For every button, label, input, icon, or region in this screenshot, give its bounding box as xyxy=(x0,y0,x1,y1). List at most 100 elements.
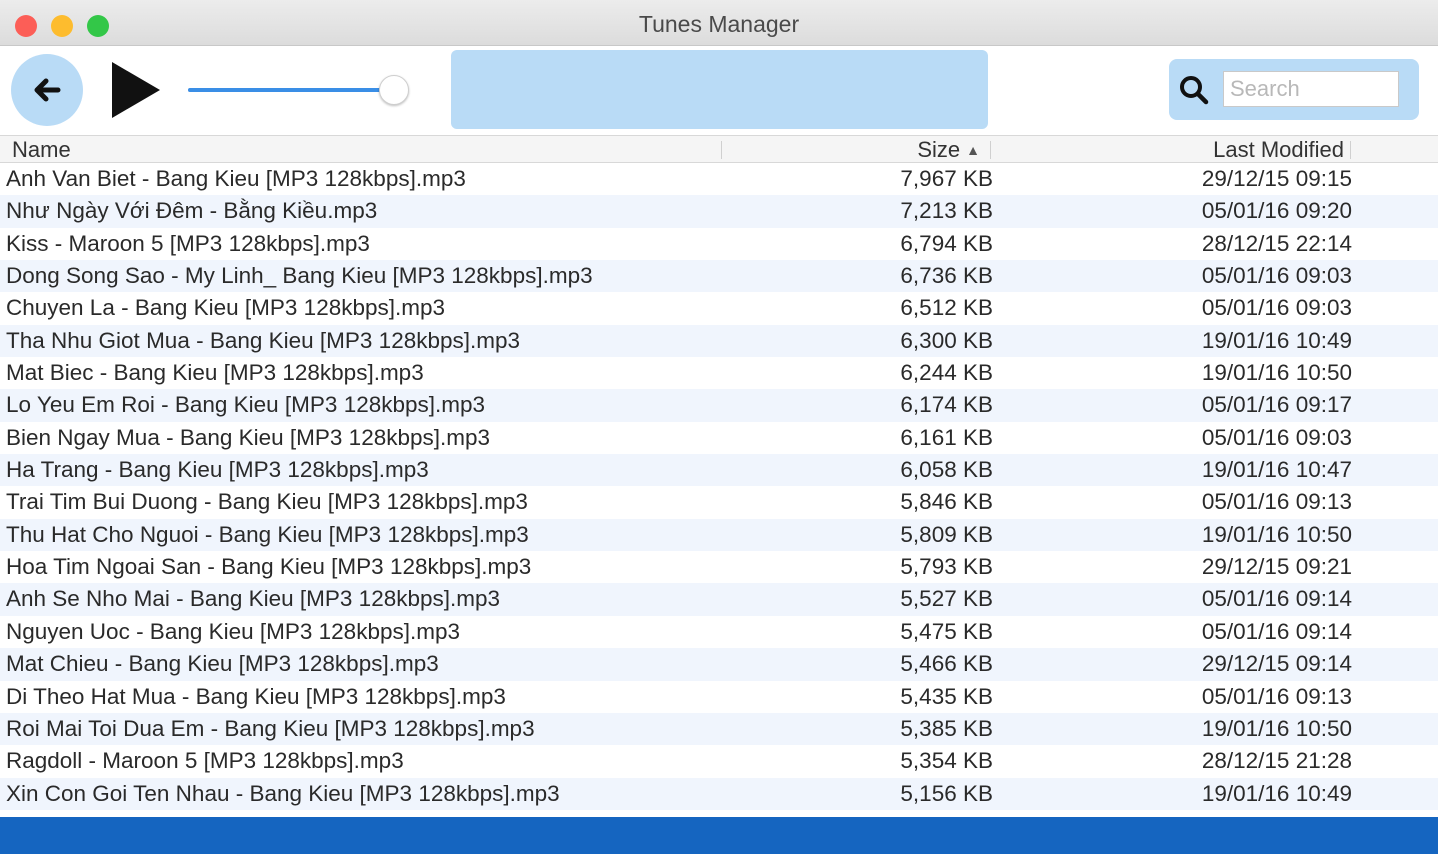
cell-size: 6,512 KB xyxy=(900,295,993,321)
cell-last-modified: 29/12/15 09:15 xyxy=(1201,166,1352,191)
cell-size: 6,174 KB xyxy=(900,392,993,418)
column-separator[interactable] xyxy=(1350,141,1351,159)
table-row[interactable]: Anh Van Biet - Bang Kieu [MP3 128kbps].m… xyxy=(0,163,1438,195)
back-button[interactable] xyxy=(11,54,83,126)
cell-last-modified: 29/12/15 09:14 xyxy=(1201,651,1352,677)
search-input[interactable] xyxy=(1223,71,1399,107)
cell-last-modified: 05/01/16 09:14 xyxy=(1201,586,1352,612)
cell-name: Mat Biec - Bang Kieu [MP3 128kbps].mp3 xyxy=(6,360,424,386)
table-row[interactable]: Ha Trang - Bang Kieu [MP3 128kbps].mp3 6,… xyxy=(0,454,1438,487)
cell-size: 6,300 KB xyxy=(900,327,993,353)
cell-name: Roi Mai Toi Dua Em - Bang Kieu [MP3 128k… xyxy=(6,715,535,741)
volume-slider[interactable] xyxy=(186,74,422,106)
play-button[interactable] xyxy=(108,60,164,120)
now-playing-display xyxy=(451,50,988,129)
table-row[interactable]: Lo Yeu Em Roi - Bang Kieu [MP3 128kbps].… xyxy=(0,389,1438,422)
cell-size: 6,058 KB xyxy=(900,457,993,483)
table-row[interactable]: Anh Se Nho Mai - Bang Kieu [MP3 128kbps]… xyxy=(0,583,1438,616)
table-row[interactable]: Mat Chieu - Bang Kieu [MP3 128kbps].mp3 5… xyxy=(0,648,1438,681)
cell-size: 5,435 KB xyxy=(900,683,993,709)
cell-size: 5,809 KB xyxy=(900,521,993,547)
cell-name: Anh Van Biet - Bang Kieu [MP3 128kbps].m… xyxy=(6,166,466,191)
column-header-last-modified[interactable]: Last Modified xyxy=(1213,136,1344,163)
cell-name: Thu Hat Cho Nguoi - Bang Kieu [MP3 128kb… xyxy=(6,521,529,547)
cell-name: Lo Yeu Em Roi - Bang Kieu [MP3 128kbps].… xyxy=(6,392,486,418)
column-header-size-label: Size xyxy=(917,137,961,162)
column-header-name-label: Name xyxy=(12,137,71,162)
cell-name: Di Theo Hat Mua - Bang Kieu [MP3 128kbps… xyxy=(6,683,506,709)
cell-size: 5,527 KB xyxy=(900,586,993,612)
cell-last-modified: 19/01/16 10:50 xyxy=(1201,715,1352,741)
cell-last-modified: 29/12/15 09:21 xyxy=(1201,554,1352,580)
table-row[interactable]: Chuyen La - Bang Kieu [MP3 128kbps].mp3 6… xyxy=(0,292,1438,324)
cell-last-modified: 05/01/16 09:03 xyxy=(1201,424,1352,450)
table-header: Name Size ▲ Last Modified xyxy=(0,135,1438,163)
cell-last-modified: 05/01/16 09:03 xyxy=(1201,263,1352,289)
file-table: Name Size ▲ Last Modified Anh Van Biet - … xyxy=(0,135,1438,810)
cell-name: Anh Se Nho Mai - Bang Kieu [MP3 128kbps]… xyxy=(6,586,501,612)
table-row[interactable]: Hoa Tim Ngoai San - Bang Kieu [MP3 128kb… xyxy=(0,551,1438,583)
cell-last-modified: 19/01/16 10:50 xyxy=(1201,521,1352,547)
table-row[interactable]: Thu Hat Cho Nguoi - Bang Kieu [MP3 128kb… xyxy=(0,518,1438,552)
table-row[interactable]: Nguyen Uoc - Bang Kieu [MP3 128kbps].mp3… xyxy=(0,616,1438,648)
table-row[interactable]: Roi Mai Toi Dua Em - Bang Kieu [MP3 128k… xyxy=(0,712,1438,746)
table-row[interactable]: Ragdoll - Maroon 5 [MP3 128kbps].mp3 5,35… xyxy=(0,745,1438,777)
cell-name: Mat Chieu - Bang Kieu [MP3 128kbps].mp3 xyxy=(6,651,439,677)
cell-size: 5,846 KB xyxy=(900,489,993,515)
cell-last-modified: 05/01/16 09:13 xyxy=(1201,489,1352,515)
title-bar: Tunes Manager xyxy=(0,0,1438,46)
cell-last-modified: 28/12/15 22:14 xyxy=(1201,230,1352,256)
cell-name: Như Ngày Với Đêm - Bằng Kiều.mp3 xyxy=(6,198,378,224)
cell-last-modified: 05/01/16 09:13 xyxy=(1201,683,1352,709)
table-row[interactable]: Trai Tim Bui Duong - Bang Kieu [MP3 128k… xyxy=(0,486,1438,518)
table-row[interactable]: Dong Song Sao - My Linh_ Bang Kieu [MP3 … xyxy=(0,260,1438,293)
cell-last-modified: 05/01/16 09:17 xyxy=(1201,392,1352,418)
window-title: Tunes Manager xyxy=(638,11,800,37)
table-row[interactable]: Di Theo Hat Mua - Bang Kieu [MP3 128kbps… xyxy=(0,681,1438,713)
table-row[interactable]: Bien Ngay Mua - Bang Kieu [MP3 128kbps].… xyxy=(0,422,1438,454)
cell-size: 6,736 KB xyxy=(900,263,993,289)
slider-fill xyxy=(188,88,394,92)
cell-last-modified: 19/01/16 10:49 xyxy=(1201,327,1352,353)
table-row[interactable]: Kiss - Maroon 5 [MP3 128kbps].mp3 6,794 K… xyxy=(0,228,1438,260)
cell-name: Ha Trang - Bang Kieu [MP3 128kbps].mp3 xyxy=(6,457,429,483)
cell-size: 5,354 KB xyxy=(900,748,993,774)
cell-name: Dong Song Sao - My Linh_ Bang Kieu [MP3 … xyxy=(6,263,593,289)
sort-ascending-icon: ▲ xyxy=(966,142,980,158)
cell-size: 5,466 KB xyxy=(900,651,993,677)
cell-last-modified: 19/01/16 10:50 xyxy=(1201,360,1352,386)
status-bar xyxy=(0,817,1438,854)
search-icon xyxy=(1180,76,1209,105)
cell-last-modified: 05/01/16 09:20 xyxy=(1201,198,1352,224)
slider-knob[interactable] xyxy=(379,75,410,105)
cell-name: Kiss - Maroon 5 [MP3 128kbps].mp3 xyxy=(6,230,370,256)
cell-name: Ragdoll - Maroon 5 [MP3 128kbps].mp3 xyxy=(6,748,404,774)
arrow-left-icon xyxy=(34,78,61,102)
cell-size: 5,156 KB xyxy=(900,780,993,806)
cell-size: 7,213 KB xyxy=(900,198,993,224)
cell-name: Tha Nhu Giot Mua - Bang Kieu [MP3 128kbp… xyxy=(6,327,521,353)
column-header-modified-label: Last Modified xyxy=(1213,137,1344,162)
cell-name: Nguyen Uoc - Bang Kieu [MP3 128kbps].mp3 xyxy=(6,618,460,644)
toolbar xyxy=(0,46,1438,134)
cell-size: 6,794 KB xyxy=(900,230,993,256)
cell-size: 6,161 KB xyxy=(900,424,993,450)
cell-name: Trai Tim Bui Duong - Bang Kieu [MP3 128k… xyxy=(6,489,528,515)
cell-size: 6,244 KB xyxy=(900,360,993,386)
column-separator[interactable] xyxy=(721,141,722,159)
table-row[interactable]: Như Ngày Với Đêm - Bằng Kiều.mp3 7,213 KB… xyxy=(0,195,1438,228)
cell-last-modified: 19/01/16 10:49 xyxy=(1201,780,1352,806)
cell-name: Bien Ngay Mua - Bang Kieu [MP3 128kbps].… xyxy=(6,424,491,450)
table-row[interactable]: Tha Nhu Giot Mua - Bang Kieu [MP3 128kbp… xyxy=(0,324,1438,358)
column-header-size[interactable]: Size ▲ xyxy=(917,136,980,163)
table-row[interactable]: Xin Con Goi Ten Nhau - Bang Kieu [MP3 12… xyxy=(0,777,1438,810)
cell-last-modified: 28/12/15 21:28 xyxy=(1201,748,1352,774)
column-separator[interactable] xyxy=(990,141,991,159)
table-row[interactable]: Mat Biec - Bang Kieu [MP3 128kbps].mp3 6,… xyxy=(0,357,1438,389)
cell-last-modified: 05/01/16 09:14 xyxy=(1201,618,1352,644)
cell-last-modified: 19/01/16 10:47 xyxy=(1201,457,1352,483)
cell-last-modified: 05/01/16 09:03 xyxy=(1201,295,1352,321)
cell-name: Chuyen La - Bang Kieu [MP3 128kbps].mp3 xyxy=(6,295,446,321)
column-header-name[interactable]: Name xyxy=(12,136,71,163)
cell-size: 5,385 KB xyxy=(900,715,993,741)
